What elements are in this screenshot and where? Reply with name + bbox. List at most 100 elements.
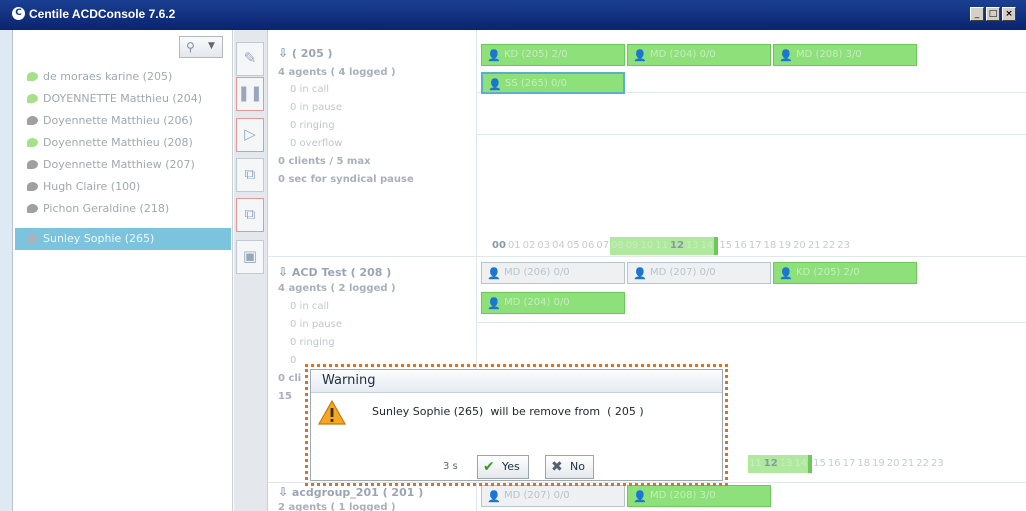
queue-icon: ⇩ (278, 265, 289, 279)
agent-badge-label: MD (207) 0/0 (650, 267, 716, 278)
person-icon: 👤 (633, 267, 647, 280)
person-icon: 👤 (487, 297, 501, 310)
chevron-down-icon: ▼ (208, 41, 215, 51)
agent-status-icon (27, 138, 38, 147)
in-call-count: 0 in call (290, 301, 330, 312)
queue-icon: ⇩ (278, 485, 289, 499)
delete-icon[interactable]: ▣ (236, 240, 264, 274)
hour-cell: 03 (537, 240, 551, 251)
agent-badge-label: MD (204) 0/0 (650, 49, 716, 60)
hour-cell: 21 (901, 458, 915, 469)
agent-status-icon (27, 160, 38, 169)
agent-status-icon (27, 72, 38, 81)
agent-badge[interactable]: 👤 MD (204) 0/0 (627, 44, 771, 66)
hour-cell: 10 (639, 237, 655, 255)
agent-badge-label: MD (208) 3/0 (796, 49, 862, 60)
no-button[interactable]: ✖ No (545, 455, 594, 479)
hour-timeline: 11 12 13 14 15 16 17 18 19 20 21 22 23 (748, 455, 945, 473)
agent-badge-label: MD (207) 0/0 (504, 490, 570, 501)
hour-cell: 16 (827, 458, 841, 469)
agent-list-item[interactable]: Hugh Claire (100) (15, 176, 231, 198)
search-button[interactable]: ⚲ ▼ (179, 36, 223, 58)
hour-cell: 20 (793, 240, 806, 251)
maximize-button[interactable]: □ (986, 7, 1000, 21)
agent-list-item[interactable]: Doyennette Matthieu (208) (15, 132, 231, 154)
agent-badge-label: MD (208) 3/0 (650, 490, 716, 501)
queue-title: ⇩ ( 205 ) (278, 46, 333, 60)
queue-title: ⇩ ACD Test ( 208 ) (278, 265, 391, 279)
hour-cell: 20 (886, 458, 900, 469)
agent-badge[interactable]: 👤 KD (205) 2/0 (773, 262, 917, 284)
play-icon[interactable]: ▷ (236, 118, 264, 152)
warning-triangle-icon (318, 399, 346, 425)
queue-title: ⇩ acdgroup_201 ( 201 ) (278, 485, 423, 499)
agent-list-item[interactable]: de moraes karine (205) (15, 66, 231, 88)
hour-cell: 00 (492, 240, 506, 251)
agent-name: DOYENNETTE Matthieu (204) (43, 92, 202, 105)
queue-201[interactable]: ⇩ acdgroup_201 ( 201 ) 2 agents ( 1 logg… (268, 485, 476, 511)
syndical-pause: 15 (278, 391, 292, 402)
yes-button[interactable]: ✔ Yes (477, 455, 529, 479)
queue-divider (268, 256, 1026, 257)
hour-cell: 01 (507, 240, 521, 251)
agent-badge[interactable]: 👤 KD (205) 2/0 (481, 44, 625, 66)
agent-name: Doyennette Matthiew (207) (43, 158, 195, 171)
agent-list-item[interactable]: Sunley Sophie (265) (15, 228, 231, 250)
assign-agent-icon[interactable]: ⧉ (236, 158, 264, 192)
hour-cell: 15 (714, 237, 733, 255)
queue-title-text: ACD Test ( 208 ) (291, 266, 392, 279)
agent-badge[interactable]: 👤 MD (207) 0/0 (481, 485, 625, 507)
app-logo-icon: C (12, 7, 25, 20)
dialog-timer: 3 s (443, 461, 458, 472)
clients-count: 0 clients / 5 max (278, 156, 371, 167)
hour-cell: 22 (916, 458, 929, 469)
checkmark-icon: ✔ (483, 459, 495, 475)
person-icon: 👤 (779, 49, 793, 62)
hour-cell: 13 (778, 455, 794, 473)
warning-dialog: Warning Sunley Sophie (265) will be remo… (310, 369, 723, 481)
overflow-count: 0 overflow (290, 138, 343, 149)
hour-cell: 07 (596, 240, 610, 251)
agent-badge[interactable]: 👤 MD (207) 0/0 (627, 262, 771, 284)
dialog-title-bar: Warning (311, 370, 722, 393)
in-pause-count: 0 in pause (290, 102, 343, 113)
dialog-message: Sunley Sophie (265) will be remove from … (372, 405, 644, 418)
agent-badge[interactable]: 👤 MD (204) 0/0 (481, 292, 625, 314)
agent-badge[interactable]: 👤 MD (208) 3/0 (627, 485, 771, 507)
yes-button-label: Yes (502, 460, 520, 473)
person-icon: 👤 (487, 267, 501, 280)
no-button-label: No (570, 460, 585, 473)
hour-cell: 05 (566, 240, 580, 251)
agent-status-icon (27, 204, 38, 213)
pause-icon[interactable]: ❚❚ (236, 77, 264, 111)
agent-list-item[interactable]: Pichon Geraldine (218) (15, 198, 231, 220)
queue-205[interactable]: ⇩ ( 205 ) 4 agents ( 4 logged ) 0 in cal… (268, 44, 476, 254)
agent-badge[interactable]: 👤 MD (206) 0/0 (481, 262, 625, 284)
hour-cell: 21 (807, 240, 821, 251)
hour-cell: 23 (837, 240, 850, 251)
agent-list-item[interactable]: DOYENNETTE Matthieu (204) (15, 88, 231, 110)
in-call-count: 0 in call (290, 84, 330, 95)
agent-list-item[interactable]: Doyennette Matthieu (206) (15, 110, 231, 132)
hour-cell: 02 (522, 240, 536, 251)
agents-count: 2 agents ( 1 logged ) (278, 502, 396, 511)
ringing-count: 0 ringing (290, 120, 335, 131)
agent-name: Doyennette Matthieu (208) (43, 136, 193, 149)
hour-cell: 14 (793, 455, 809, 473)
hour-cell: 13 (684, 237, 700, 255)
minimize-button[interactable]: _ (970, 7, 984, 21)
agent-badge[interactable]: 👤 MD (208) 3/0 (773, 44, 917, 66)
agents-count: 4 agents ( 2 logged ) (278, 283, 396, 294)
agent-badge[interactable]: 👤 SS (265) 0/0 (481, 72, 625, 94)
row-divider (477, 134, 1026, 135)
hour-cell: 18 (763, 240, 777, 251)
person-icon: 👤 (633, 490, 647, 503)
agents-count: 4 agents ( 4 logged ) (278, 67, 396, 78)
agent-status-icon (27, 94, 38, 103)
remove-agent-icon[interactable]: ⧉ (236, 198, 264, 232)
person-icon: 👤 (779, 267, 793, 280)
close-button[interactable]: × (1002, 7, 1016, 21)
agent-badge-label: SS (265) 0/0 (505, 78, 568, 89)
agent-list-item[interactable]: Doyennette Matthiew (207) (15, 154, 231, 176)
edit-queue-icon[interactable]: ✎ (236, 42, 264, 76)
